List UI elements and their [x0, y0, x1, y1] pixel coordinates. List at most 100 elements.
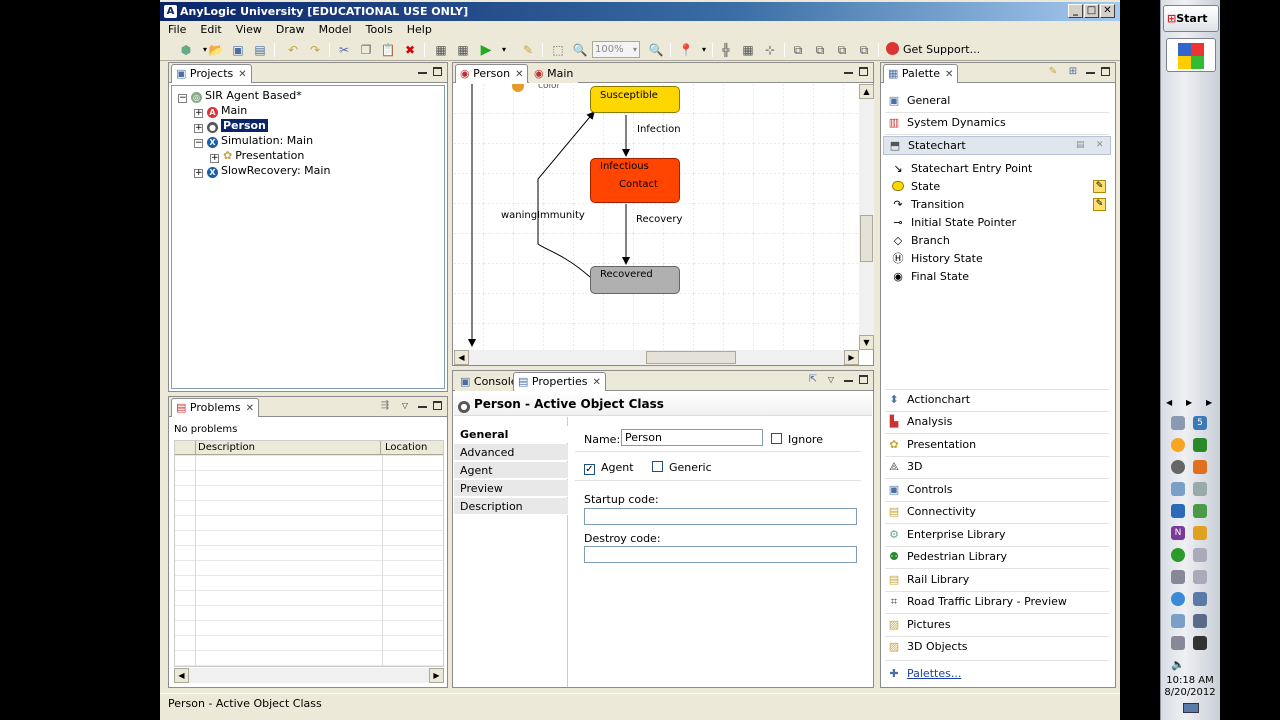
generic-checkbox-box[interactable] — [652, 461, 663, 472]
scroll-right-icon[interactable]: ▶ — [1186, 398, 1192, 407]
start-button[interactable]: ⊞Start — [1163, 5, 1219, 32]
tray-icon-12[interactable] — [1193, 526, 1207, 540]
collapse-icon[interactable]: − — [194, 139, 203, 148]
filter-icon[interactable]: ⇶ — [379, 400, 391, 412]
close-icon[interactable]: ✕ — [238, 69, 246, 80]
view-menu-icon[interactable]: ▽ — [825, 374, 837, 386]
tree-item-slowrecovery[interactable]: + X SlowRecovery: Main — [194, 163, 330, 178]
tray-scroll-controls[interactable]: ◀ ▶ ▶ — [1166, 398, 1216, 410]
close-icon[interactable]: ✕ — [945, 69, 953, 80]
palette-section-general[interactable]: ▣ General — [887, 92, 951, 110]
redo-icon[interactable]: ↷ — [307, 42, 323, 58]
menu-tools[interactable]: Tools — [358, 21, 399, 36]
send-to-back-icon[interactable]: ⧉ — [856, 42, 872, 58]
maximize-button[interactable]: □ — [1084, 4, 1099, 18]
tray-icon-19[interactable] — [1171, 614, 1185, 628]
expand-icon[interactable]: + — [194, 109, 203, 118]
palettes-more-link[interactable]: ✚ Palettes... — [887, 665, 961, 683]
palette-section-connectivity[interactable]: ▤ Connectivity — [887, 503, 976, 521]
expand-icon[interactable]: + — [210, 154, 219, 163]
palette-section-controls[interactable]: ▣ Controls — [887, 481, 953, 499]
tray-icon-5[interactable] — [1171, 460, 1185, 474]
tab-properties[interactable]: ▤ Properties ✕ — [513, 372, 606, 391]
palette-item-history-state[interactable]: Ⓗ History State — [891, 250, 983, 268]
zoom-out-icon[interactable]: 🔍 — [572, 42, 588, 58]
column-location[interactable]: Location — [385, 441, 427, 455]
volume-icon[interactable]: 🔈 — [1171, 658, 1185, 672]
close-icon[interactable]: ✕ — [1096, 140, 1104, 150]
tray-clock[interactable]: 10:18 AM 8/20/2012 — [1161, 675, 1219, 699]
tray-icon-21[interactable] — [1171, 636, 1185, 650]
run-icon[interactable]: ▶ — [478, 42, 494, 58]
tree-root[interactable]: − ◎ SIR Agent Based* — [178, 88, 302, 103]
editor-vscrollbar[interactable]: ▲ ▼ — [859, 84, 874, 350]
side-tab-agent[interactable]: Agent — [454, 462, 568, 479]
tray-icon-20[interactable] — [1193, 614, 1207, 628]
close-button[interactable]: ✕ — [1100, 4, 1115, 18]
view-menu-icon[interactable]: ▽ — [399, 400, 411, 412]
startup-code-field[interactable] — [584, 508, 857, 525]
maximize-icon[interactable] — [859, 375, 868, 384]
state-infectious[interactable]: Infectious Contact — [590, 158, 680, 203]
tray-icon-17[interactable] — [1171, 592, 1185, 606]
tray-icon-18[interactable] — [1193, 592, 1207, 606]
menu-file[interactable]: File — [160, 21, 192, 36]
tree-item-main[interactable]: + A Main — [194, 103, 247, 118]
scroll-left-icon[interactable]: ◀ — [1166, 398, 1172, 407]
tab-problems[interactable]: ▤ Problems ✕ — [171, 398, 259, 417]
align-icon[interactable]: ╬ — [718, 42, 734, 58]
close-icon[interactable]: ✕ — [246, 403, 254, 414]
menu-model[interactable]: Model — [311, 21, 358, 36]
expand-icon[interactable]: + — [194, 124, 203, 133]
scroll-left-icon[interactable]: ◀ — [174, 668, 189, 683]
pin-palette-icon[interactable]: ✎ — [1047, 66, 1059, 78]
tray-icon-2[interactable]: 5 — [1193, 416, 1207, 430]
palette-section-3d-objects[interactable]: ▨ 3D Objects — [887, 638, 968, 656]
problems-hscrollbar[interactable]: ◀ ▶ — [174, 668, 444, 683]
palette-section-enterprise-library[interactable]: ⚙ Enterprise Library — [887, 526, 1005, 544]
scroll-thumb[interactable] — [860, 215, 873, 262]
maximize-icon[interactable] — [433, 67, 442, 76]
palette-section-pedestrian-library[interactable]: ⚉ Pedestrian Library — [887, 548, 1007, 566]
scroll-right-icon[interactable]: ▶ — [429, 668, 444, 683]
scroll-down-icon[interactable]: ▼ — [859, 335, 874, 350]
new-project-icon[interactable]: ⬢ — [178, 42, 194, 58]
column-description[interactable]: Description — [195, 441, 381, 455]
bring-forward-icon[interactable]: ⧉ — [790, 42, 806, 58]
collapse-icon[interactable]: − — [178, 94, 187, 103]
tab-projects[interactable]: ▣ Projects ✕ — [171, 64, 252, 83]
cut-icon[interactable]: ✂ — [336, 42, 352, 58]
scroll-up-icon[interactable]: ▲ — [859, 84, 874, 99]
palette-section-presentation[interactable]: ✿ Presentation — [887, 436, 976, 454]
show-desktop-icon[interactable] — [1183, 703, 1199, 713]
menu-edit[interactable]: Edit — [192, 21, 227, 36]
scroll-right-icon[interactable]: ▶ — [1206, 398, 1212, 407]
scroll-right-icon[interactable]: ▶ — [844, 350, 859, 365]
open-icon[interactable]: 📂 — [208, 42, 224, 58]
tray-icon-6[interactable] — [1193, 460, 1207, 474]
run-dropdown-icon[interactable]: ▾ — [496, 42, 512, 58]
tree-item-presentation[interactable]: + ✿ Presentation — [210, 148, 304, 163]
palette-item-final-state[interactable]: ◉ Final State — [891, 268, 969, 286]
palette-section-3d[interactable]: ⟁ 3D — [887, 458, 922, 476]
ignore-checkbox[interactable]: Ignore — [771, 433, 823, 446]
side-tab-preview[interactable]: Preview — [454, 480, 568, 497]
agent-checkbox-box-checked[interactable]: ✓ — [584, 464, 595, 475]
tray-icon-9[interactable] — [1171, 504, 1185, 518]
name-field[interactable]: Person — [621, 429, 763, 446]
debug-icon[interactable]: ✎ — [520, 42, 536, 58]
palette-menu-icon[interactable]: ⊞ — [1067, 66, 1079, 78]
grid-icon[interactable]: ▦ — [740, 42, 756, 58]
close-icon[interactable]: ✕ — [592, 377, 600, 388]
maximize-icon[interactable] — [859, 67, 868, 76]
delete-icon[interactable]: ✖ — [402, 42, 418, 58]
minimize-icon[interactable] — [418, 72, 427, 74]
palette-item-transition[interactable]: ↷ Transition — [891, 196, 964, 214]
tray-icon-3[interactable] — [1171, 438, 1185, 452]
menu-view[interactable]: View — [228, 21, 268, 36]
tray-icon-11[interactable]: N — [1171, 526, 1185, 540]
edit-pencil-icon[interactable]: ✎ — [1093, 198, 1106, 211]
zoom-in-icon[interactable]: 🔍 — [648, 42, 664, 58]
minimize-icon[interactable] — [844, 72, 853, 74]
minimize-button[interactable]: _ — [1068, 4, 1083, 18]
